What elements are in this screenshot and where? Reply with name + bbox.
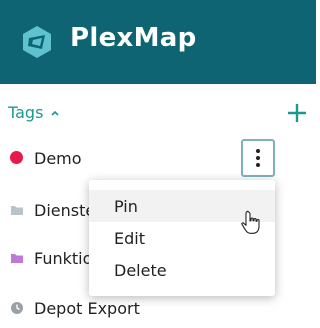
more-vertical-icon-dot	[256, 149, 260, 153]
tag-label: Funktio	[34, 248, 93, 268]
hand-cursor-icon	[241, 210, 260, 234]
app-header: PlexMap	[0, 0, 316, 84]
folder-icon	[11, 254, 23, 263]
plexmap-logo-icon[interactable]	[19, 24, 55, 60]
more-options-button[interactable]	[241, 139, 275, 177]
tag-label: Demo	[34, 148, 82, 168]
tags-section-toggle[interactable]: Tags	[8, 103, 60, 122]
tag-label: Dienste	[34, 200, 96, 220]
red-dot-icon	[10, 151, 23, 164]
more-vertical-icon-dot	[256, 163, 260, 167]
chevron-up-icon	[51, 110, 59, 116]
plus-icon	[288, 104, 306, 122]
folder-icon	[11, 206, 23, 215]
tags-heading-label: Tags	[8, 103, 44, 122]
tag-label: Depot Export	[34, 298, 140, 318]
add-tag-button[interactable]	[285, 101, 309, 125]
tag-context-menu: Pin Edit Delete	[89, 180, 275, 296]
clock-icon	[11, 302, 23, 314]
menu-item-delete[interactable]: Delete	[89, 254, 275, 286]
more-vertical-icon-dot	[256, 156, 260, 160]
app-title[interactable]: PlexMap	[70, 23, 197, 53]
